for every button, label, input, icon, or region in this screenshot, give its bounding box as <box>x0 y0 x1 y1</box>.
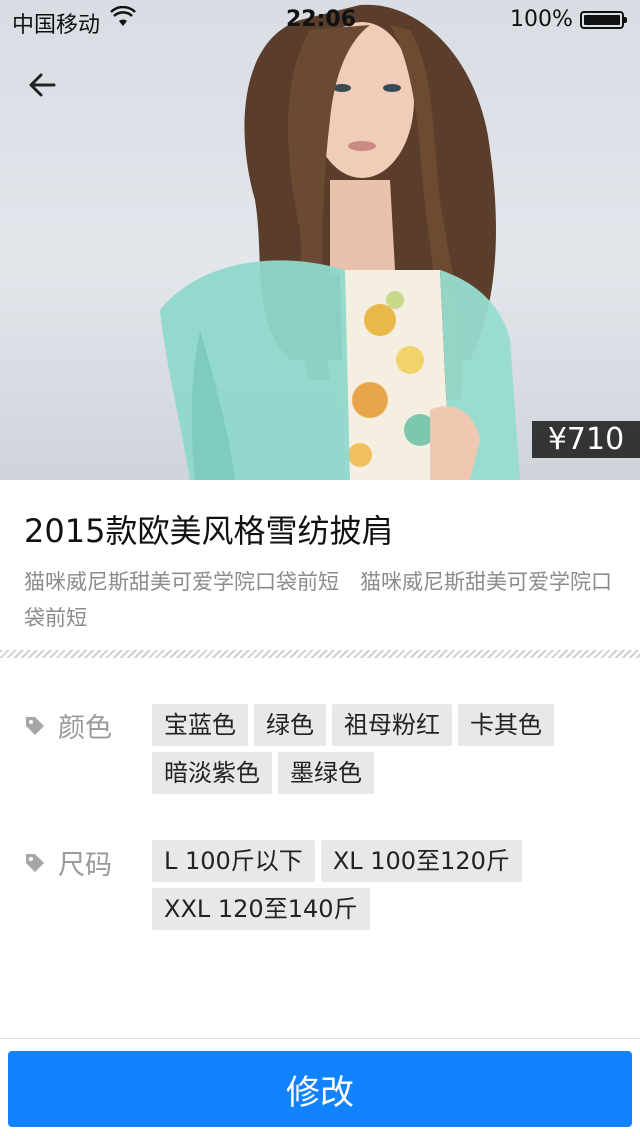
product-description: 猫咪威尼斯甜美可爱学院口袋前短 猫咪威尼斯甜美可爱学院口袋前短 <box>24 570 612 630</box>
color-option[interactable]: 宝蓝色 <box>152 704 248 746</box>
size-label-text: 尺码 <box>58 850 112 881</box>
arrow-left-icon <box>29 73 56 97</box>
tag-icon <box>26 716 44 735</box>
size-attribute-label: 尺码 <box>24 843 112 882</box>
product-title: 2015款欧美风格雪纺披肩 <box>24 512 394 550</box>
color-attribute-label: 颜色 <box>24 706 112 745</box>
size-option[interactable]: L 100斤以下 <box>152 840 315 882</box>
carrier-name: 中国移动 <box>12 13 101 38</box>
color-option[interactable]: 卡其色 <box>458 704 554 746</box>
status-bar: 中国移动 22:06 100% <box>0 0 640 40</box>
size-options: L 100斤以下 XL 100至120斤 XXL 120至140斤 <box>152 840 622 936</box>
product-photo-illustration <box>160 4 520 480</box>
color-option[interactable]: 墨绿色 <box>278 752 374 794</box>
price-tag: ¥710 <box>532 421 640 458</box>
battery-percent: 100% <box>510 7 573 32</box>
color-options: 宝蓝色 绿色 祖母粉红 卡其色 暗淡紫色 墨绿色 <box>152 704 622 800</box>
size-option[interactable]: XL 100至120斤 <box>320 840 522 882</box>
battery-icon <box>580 11 627 29</box>
color-option[interactable]: 暗淡紫色 <box>152 752 272 794</box>
back-button[interactable] <box>24 66 64 106</box>
clock: 22:06 <box>286 7 357 32</box>
color-label-text: 颜色 <box>58 713 112 744</box>
section-divider <box>0 650 640 658</box>
color-option[interactable]: 绿色 <box>254 704 326 746</box>
tag-icon <box>26 853 44 872</box>
product-photo <box>0 0 640 480</box>
modify-button[interactable]: 修改 <box>8 1051 632 1127</box>
bottom-divider <box>0 1038 640 1039</box>
color-option[interactable]: 祖母粉红 <box>332 704 452 746</box>
size-option[interactable]: XXL 120至140斤 <box>152 888 370 930</box>
wifi-icon <box>110 5 136 34</box>
